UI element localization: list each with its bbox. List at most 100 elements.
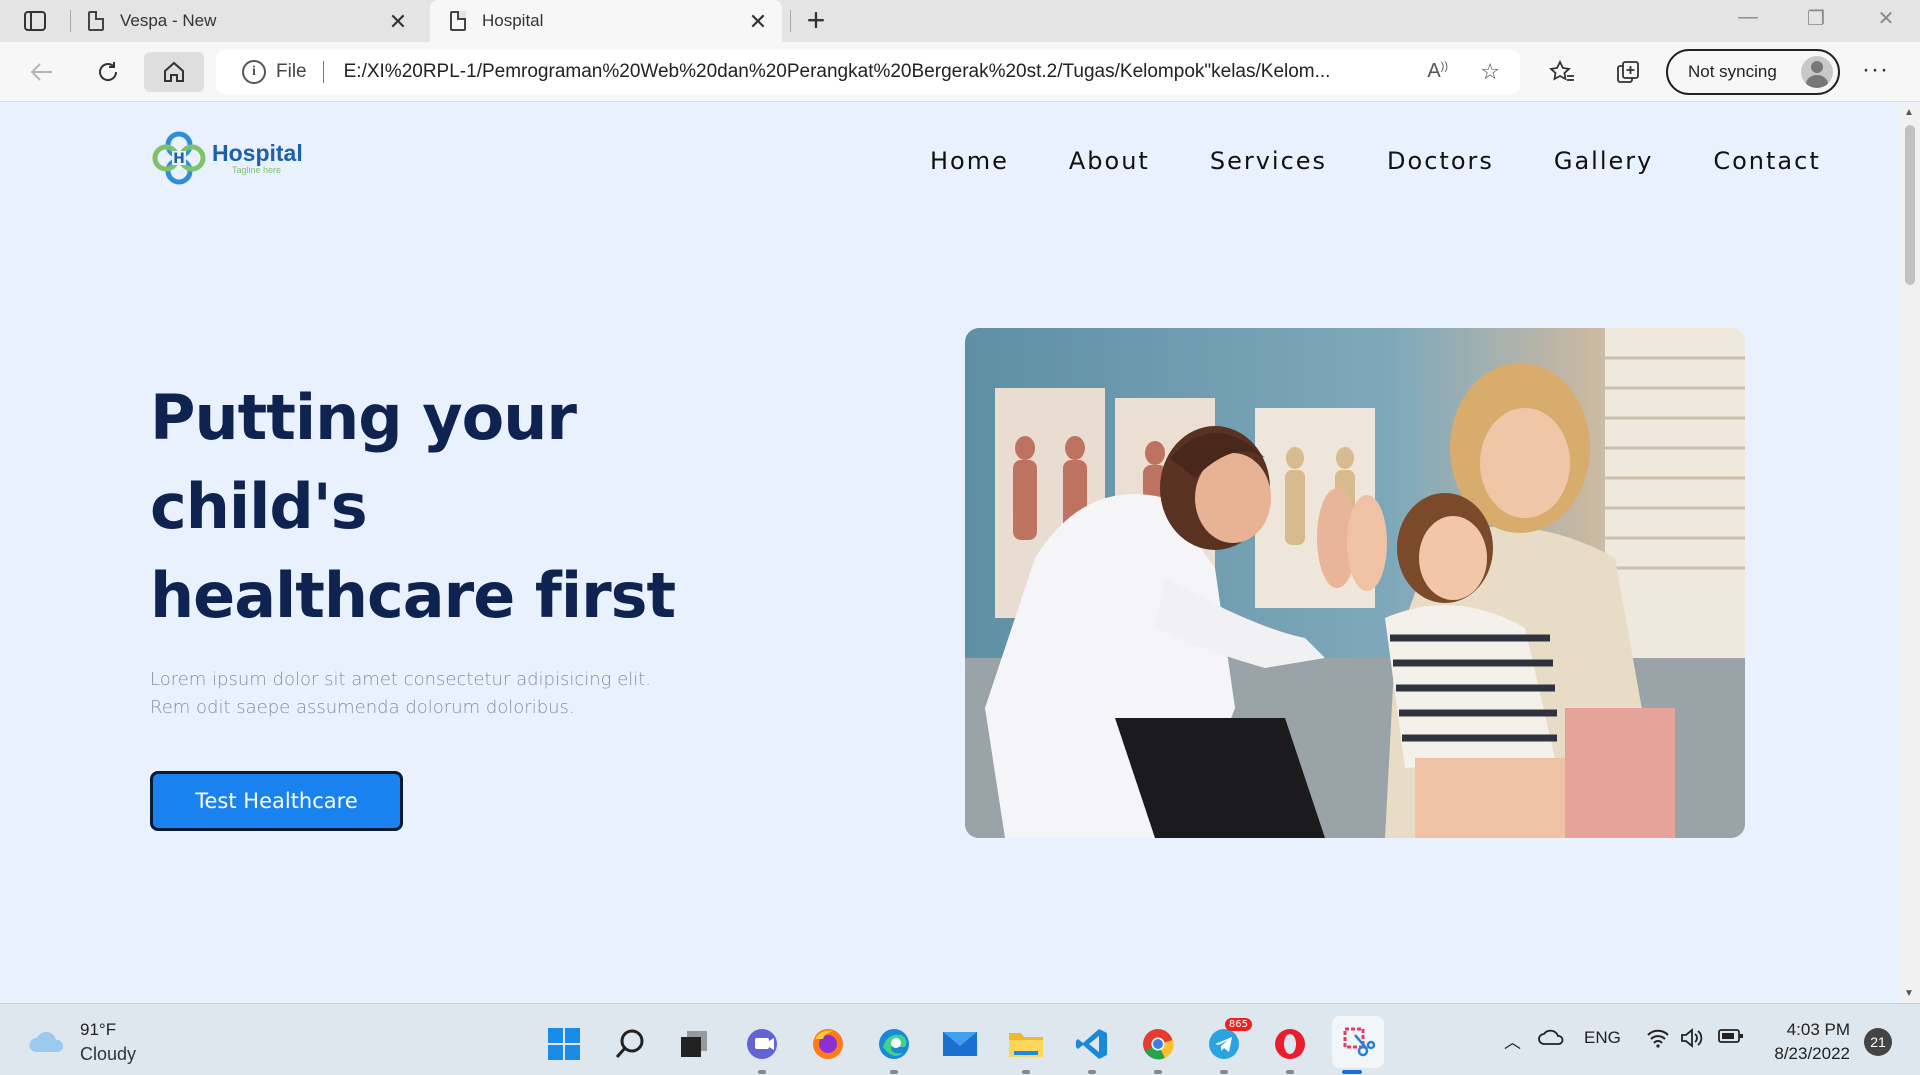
profile-sync-button[interactable]: Not syncing [1666, 49, 1840, 95]
windows-taskbar: 91°F Cloudy 865 ︿ ENG 4:03 PM 8/23/2022 … [0, 1003, 1920, 1075]
system-clock[interactable]: 4:03 PM 8/23/2022 [1762, 1018, 1850, 1066]
nav-services[interactable]: Services [1210, 147, 1327, 175]
address-bar[interactable]: i File E:/XI%20RPL-1/Pemrograman%20Web%2… [216, 50, 1520, 94]
mail-icon[interactable] [940, 1024, 980, 1064]
running-indicator [1022, 1070, 1030, 1074]
favorites-button[interactable] [1542, 52, 1582, 92]
running-indicator [758, 1070, 766, 1074]
battery-icon[interactable] [1718, 1028, 1744, 1049]
more-menu-icon[interactable]: ··· [1862, 56, 1889, 84]
language-indicator[interactable]: ENG [1584, 1028, 1621, 1048]
edge-icon[interactable] [874, 1024, 914, 1074]
weather-widget[interactable]: 91°F Cloudy [28, 1018, 136, 1066]
back-arrow-icon [30, 63, 52, 81]
logo-tagline: Tagline here [232, 165, 282, 175]
close-window-icon[interactable]: ✕ [1866, 6, 1906, 31]
onedrive-cloud-icon[interactable] [1538, 1028, 1564, 1051]
url-text[interactable]: E:/XI%20RPL-1/Pemrograman%20Web%20dan%20… [344, 61, 1404, 83]
opera-icon[interactable] [1270, 1024, 1310, 1074]
tab-title: Hospital [482, 11, 544, 30]
telegram-icon[interactable]: 865 [1204, 1018, 1252, 1074]
running-indicator [1154, 1070, 1162, 1074]
hero-title: Putting your child's healthcare first [150, 373, 710, 640]
scrollbar-thumb[interactable] [1905, 125, 1915, 285]
task-view-icon[interactable] [674, 1024, 714, 1064]
running-indicator [1220, 1070, 1228, 1074]
doctor-child-photo [965, 328, 1745, 838]
nav-gallery[interactable]: Gallery [1554, 147, 1653, 175]
main-nav: Home About Services Doctors Gallery Cont… [930, 147, 1821, 175]
tab-actions-icon [24, 11, 46, 31]
close-tab-icon[interactable]: ✕ [746, 9, 770, 35]
close-tab-icon[interactable]: ✕ [386, 9, 410, 35]
page-scrollbar[interactable]: ▲ ▼ [1900, 103, 1920, 1003]
browser-toolbar: i File E:/XI%20RPL-1/Pemrograman%20Web%2… [0, 42, 1920, 102]
search-icon[interactable] [610, 1024, 650, 1064]
tab-actions-button[interactable] [18, 6, 52, 36]
nav-home[interactable]: Home [930, 147, 1009, 175]
refresh-button[interactable] [88, 52, 128, 92]
info-icon[interactable]: i [242, 60, 266, 84]
site-logo[interactable]: H Hospital Tagline here [150, 129, 303, 187]
hero-title-line: Putting your [150, 381, 577, 454]
scroll-down-icon[interactable]: ▼ [1904, 988, 1914, 999]
add-favorite-icon[interactable]: ☆ [1480, 59, 1500, 85]
tab-separator [790, 10, 791, 32]
tab-separator [70, 10, 71, 32]
notification-count-badge[interactable]: 21 [1864, 1028, 1892, 1056]
scroll-up-icon[interactable]: ▲ [1904, 107, 1914, 118]
read-aloud-icon[interactable]: A)) [1427, 60, 1448, 83]
tab-title: Vespa - New [120, 11, 217, 30]
new-tab-button[interactable]: + [800, 3, 832, 37]
back-button[interactable] [22, 52, 62, 92]
logo-name: Hospital [212, 140, 303, 166]
cloud-icon [28, 1030, 66, 1054]
page-icon [88, 11, 104, 31]
refresh-icon [99, 62, 118, 81]
teams-chat-icon[interactable] [742, 1024, 782, 1074]
nav-contact[interactable]: Contact [1713, 147, 1820, 175]
clock-time: 4:03 PM [1786, 1020, 1850, 1039]
divider [322, 61, 324, 83]
test-healthcare-button[interactable]: Test Healthcare [150, 771, 403, 831]
sync-label: Not syncing [1688, 62, 1777, 81]
telegram-unread-badge: 865 [1224, 1018, 1252, 1031]
nav-about[interactable]: About [1069, 147, 1150, 175]
restore-icon[interactable]: ❐ [1796, 6, 1836, 31]
avatar [1801, 56, 1833, 88]
tab-vespa[interactable]: Vespa - New ✕ [72, 0, 422, 42]
clock-date: 8/23/2022 [1774, 1044, 1850, 1063]
windows-start-icon[interactable] [544, 1024, 584, 1064]
hero-photo [965, 328, 1745, 838]
minimize-icon[interactable]: — [1728, 6, 1768, 29]
running-indicator [1342, 1070, 1362, 1074]
running-indicator [1286, 1070, 1294, 1074]
tab-bar: Vespa - New ✕ Hospital ✕ + — ❐ ✕ [0, 0, 1920, 42]
nav-doctors[interactable]: Doctors [1387, 147, 1494, 175]
firefox-icon[interactable] [808, 1024, 848, 1064]
page-icon [450, 11, 466, 31]
volume-icon[interactable] [1680, 1028, 1704, 1053]
home-icon [164, 61, 184, 82]
show-hidden-icons[interactable]: ︿ [1504, 1028, 1521, 1053]
hero-title-line: child's [150, 470, 368, 543]
web-page: H Hospital Tagline here Home About Servi… [0, 103, 1900, 1003]
hero-description-line: Rem odit saepe assumenda dolorum dolorib… [150, 697, 575, 718]
hero-title-line: healthcare first [150, 559, 676, 632]
wifi-icon[interactable] [1646, 1028, 1670, 1053]
collections-button[interactable] [1608, 52, 1648, 92]
favorites-icon [1549, 60, 1574, 81]
running-indicator [890, 1070, 898, 1074]
scheme-label: File [276, 61, 307, 82]
running-indicator [1088, 1070, 1096, 1074]
cross-logo-icon: H [150, 129, 208, 187]
file-explorer-icon[interactable] [1006, 1024, 1046, 1074]
vscode-icon[interactable] [1072, 1024, 1112, 1074]
tab-hospital[interactable]: Hospital ✕ [430, 0, 782, 42]
svg-text:H: H [173, 151, 185, 167]
weather-temp: 91°F [80, 1020, 117, 1039]
hero-description-line: Lorem ipsum dolor sit amet consectetur a… [150, 669, 652, 690]
snipping-tool-icon[interactable] [1332, 1016, 1384, 1074]
chrome-icon[interactable] [1138, 1024, 1178, 1074]
home-button[interactable] [144, 52, 204, 92]
